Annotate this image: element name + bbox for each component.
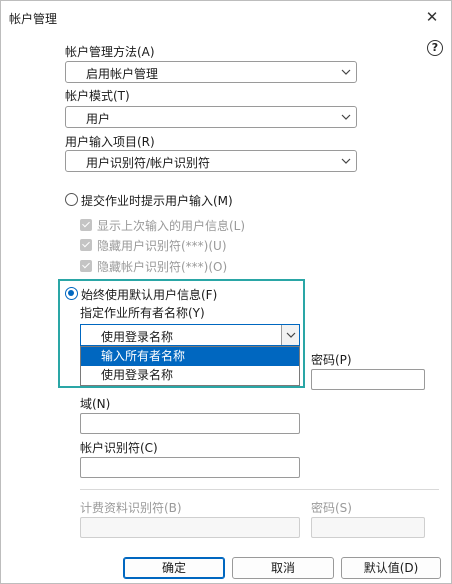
help-icon[interactable]: ?	[427, 40, 443, 56]
default-info-radio[interactable]	[65, 287, 78, 300]
account-id-field[interactable]	[80, 457, 300, 478]
password-label: 密码(P)	[311, 353, 352, 367]
input-item-select[interactable]: 用户识别符/帐户识别符	[65, 150, 357, 172]
window-title: 帐户管理	[9, 12, 58, 26]
chevron-down-icon	[341, 69, 351, 75]
chevron-down-icon	[341, 158, 351, 164]
default-info-radio-label[interactable]: 始终使用默认用户信息(F)	[81, 286, 217, 303]
method-select[interactable]: 启用帐户管理	[65, 61, 357, 83]
owner-name-dropdown-list: 输入所有者名称 使用登录名称	[80, 346, 300, 386]
billing-id-field[interactable]	[80, 517, 300, 538]
domain-field[interactable]	[80, 413, 300, 434]
dropdown-option-use-login[interactable]: 使用登录名称	[81, 366, 299, 385]
input-item-label: 用户输入项目(R)	[65, 135, 155, 149]
input-item-value: 用户识别符/帐户识别符	[86, 156, 211, 170]
hide-user-id-label: 隐藏用户识别符(***)(U)	[97, 239, 227, 253]
account-id-label: 帐户识别符(C)	[80, 441, 158, 455]
prompt-radio-label[interactable]: 提交作业时提示用户输入(M)	[81, 192, 233, 209]
hide-user-id-checkbox[interactable]	[80, 239, 92, 251]
hide-account-id-checkbox[interactable]	[80, 260, 92, 272]
mode-label: 帐户模式(T)	[65, 89, 130, 103]
billing-password-label: 密码(S)	[311, 501, 352, 515]
cancel-button[interactable]: 取消	[232, 557, 334, 579]
mode-value: 用户	[86, 112, 111, 126]
default-values-button[interactable]: 默认值(D)	[341, 557, 441, 579]
dropdown-option-enter-owner[interactable]: 输入所有者名称	[81, 347, 299, 366]
owner-name-select[interactable]: 使用登录名称	[80, 324, 300, 346]
chevron-down-icon	[286, 332, 296, 338]
method-value: 启用帐户管理	[86, 67, 159, 81]
billing-password-field[interactable]	[311, 517, 425, 538]
prompt-radio[interactable]	[65, 193, 78, 206]
divider	[80, 489, 439, 490]
owner-name-value: 使用登录名称	[101, 330, 174, 344]
show-last-user-checkbox[interactable]	[80, 219, 92, 231]
title-bar: 帐户管理 ✕	[1, 1, 451, 33]
domain-label: 域(N)	[80, 397, 111, 411]
password-field[interactable]	[311, 369, 425, 390]
owner-dropdown-button[interactable]	[281, 325, 299, 345]
owner-name-label: 指定作业所有者名称(Y)	[80, 306, 205, 320]
billing-id-label: 计费资料识别符(B)	[80, 501, 182, 515]
close-icon[interactable]: ✕	[421, 6, 443, 28]
account-management-dialog: 帐户管理 ✕ ? 帐户管理方法(A) 启用帐户管理 帐户模式(T) 用户 用户输…	[0, 0, 452, 584]
chevron-down-icon	[341, 114, 351, 120]
mode-select[interactable]: 用户	[65, 106, 357, 128]
ok-button[interactable]: 确定	[123, 557, 225, 579]
hide-account-id-label: 隐藏帐户识别符(***)(O)	[97, 260, 228, 274]
method-label: 帐户管理方法(A)	[65, 45, 155, 59]
show-last-user-label: 显示上次输入的用户信息(L)	[97, 219, 246, 233]
